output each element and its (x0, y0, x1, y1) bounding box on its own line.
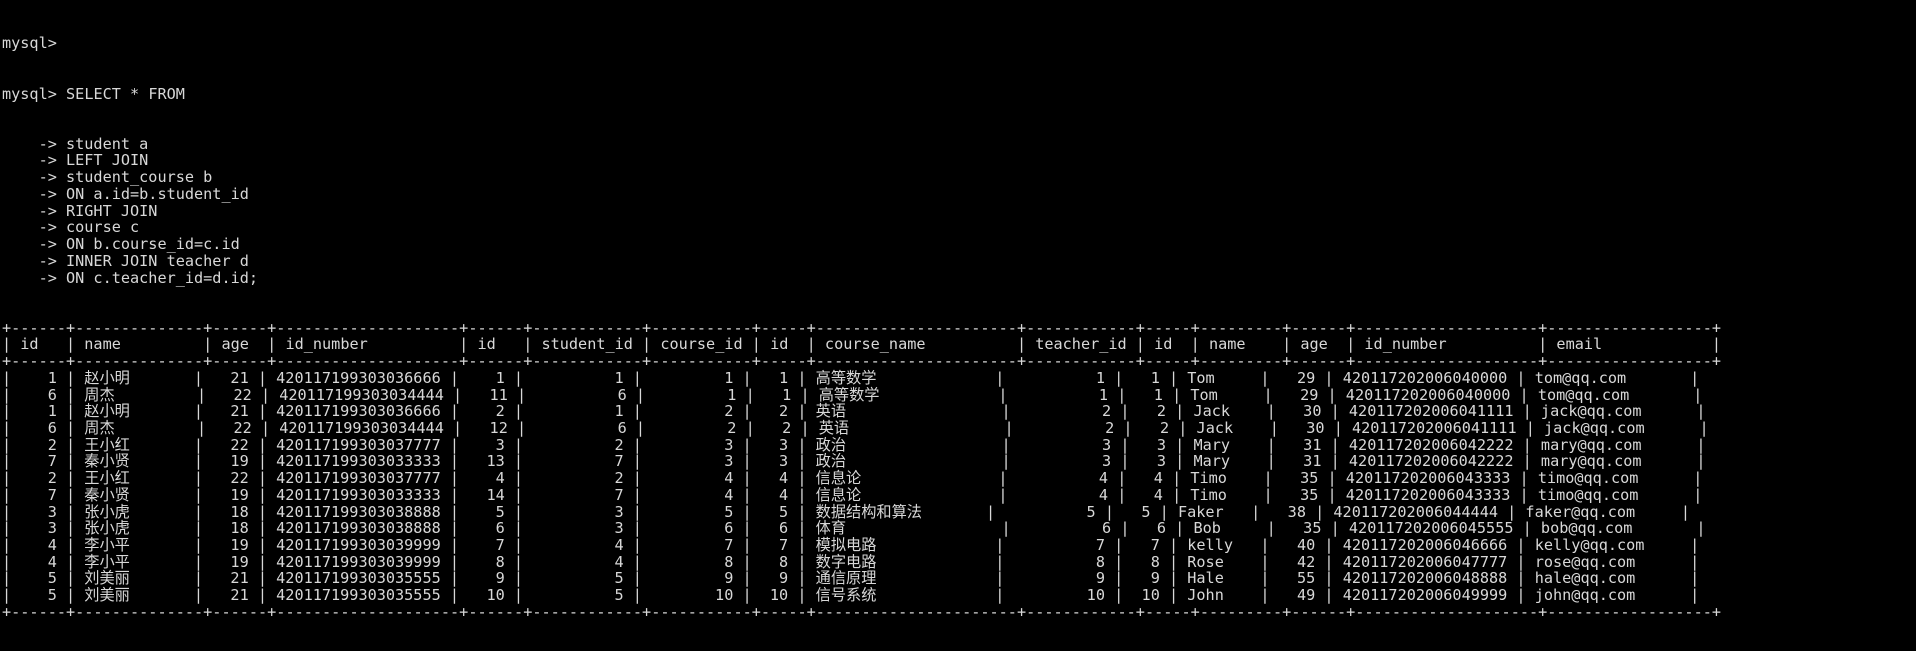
table-row: | 1 | 赵小明 | 21 | 420117199303036666 | 1 … (2, 368, 1700, 387)
table-row: | 2 | 王小红 | 22 | 420117199303037777 | 3 … (2, 435, 1706, 454)
query-continuation-line: -> INNER JOIN teacher d (2, 251, 249, 270)
table-row: | 7 | 秦小贤 | 19 | 420117199303033333 | 13… (2, 452, 1706, 471)
table-row: | 1 | 赵小明 | 21 | 420117199303036666 | 2 … (2, 402, 1706, 421)
table-row: | 5 | 刘美丽 | 21 | 420117199303035555 | 10… (2, 586, 1700, 605)
query-continuation-line: -> ON a.id=b.student_id (2, 184, 249, 203)
query-continuation-line: -> student_course b (2, 168, 213, 187)
query-text-line (57, 85, 66, 103)
result-table: +------+--------------+------+----------… (2, 318, 1916, 621)
table-border-bottom: +------+--------------+------+----------… (2, 602, 1722, 621)
table-border-header: +------+--------------+------+----------… (2, 352, 1722, 371)
query-continuation-block: -> student a -> LEFT JOIN -> student_cou… (2, 136, 1916, 286)
query-continuation-line: -> RIGHT JOIN (2, 201, 158, 220)
table-row: | 4 | 李小平 | 19 | 420117199303039999 | 8 … (2, 552, 1700, 571)
table-row: | 5 | 刘美丽 | 21 | 420117199303035555 | 9 … (2, 569, 1700, 588)
query-continuation-line: -> course c (2, 218, 140, 237)
table-row: | 6 | 周杰 | 22 | 420117199303034444 | 11 … (2, 385, 1703, 404)
query-continuation-line: -> ON c.teacher_id=d.id; (2, 268, 259, 287)
table-row: | 6 | 周杰 | 22 | 420117199303034444 | 12 … (2, 418, 1709, 437)
terminal-screen[interactable]: mysql> mysql> SELECT * FROM -> student a… (0, 0, 1916, 651)
table-header-row: | id | name | age | id_number | id | stu… (2, 335, 1722, 354)
blank-prompt-line: mysql> (2, 35, 1916, 52)
query-statement-head: SELECT * FROM (66, 84, 185, 103)
prompt-text: mysql> (2, 84, 57, 103)
query-continuation-line: -> student a (2, 134, 149, 153)
prompt-text: mysql> (2, 34, 57, 53)
table-border-top: +------+--------------+------+----------… (2, 318, 1722, 337)
query-first-line: mysql> SELECT * FROM (2, 84, 1916, 103)
table-row: | 3 | 张小虎 | 18 | 420117199303038888 | 5 … (2, 502, 1691, 521)
table-row: | 4 | 李小平 | 19 | 420117199303039999 | 7 … (2, 536, 1700, 554)
table-row: | 3 | 张小虎 | 18 | 420117199303038888 | 6 … (2, 519, 1706, 538)
table-row: | 2 | 王小红 | 22 | 420117199303037777 | 4 … (2, 469, 1703, 488)
query-continuation-line: -> ON b.course_id=c.id (2, 235, 240, 254)
query-continuation-line: -> LEFT JOIN (2, 151, 149, 170)
table-row: | 7 | 秦小贤 | 19 | 420117199303033333 | 14… (2, 485, 1703, 504)
